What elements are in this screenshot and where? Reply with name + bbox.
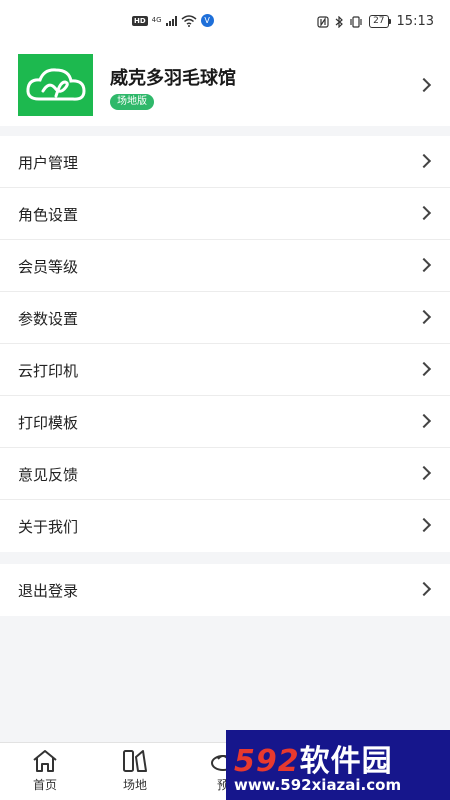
menu-item-member-levels[interactable]: 会员等级 [0, 240, 450, 292]
menu-item-label: 打印模板 [18, 414, 79, 432]
settings-menu: 用户管理 角色设置 会员等级 参数设置 云打印机 打印模板 意见反馈 关于我们 [0, 136, 450, 552]
menu-item-parameter-settings[interactable]: 参数设置 [0, 292, 450, 344]
cloud-logo-icon [25, 68, 86, 101]
hd-badge: HD [132, 15, 148, 26]
nfc-icon [317, 15, 329, 28]
menu-item-label: 意见反馈 [18, 466, 79, 484]
vpn-icon: V [200, 14, 214, 27]
vibrate-icon [350, 15, 362, 28]
chevron-right-icon [416, 581, 432, 597]
menu-item-about-us[interactable]: 关于我们 [0, 500, 450, 552]
status-time: 15:13 [396, 14, 434, 29]
chevron-right-icon [416, 413, 432, 429]
tab-label: 首页 [32, 778, 57, 792]
chevron-right-icon [416, 257, 432, 273]
signal-icon [165, 15, 177, 26]
menu-item-cloud-printer[interactable]: 云打印机 [0, 344, 450, 396]
menu-item-label: 关于我们 [18, 518, 79, 536]
menu-item-role-settings[interactable]: 角色设置 [0, 188, 450, 240]
chevron-right-icon [416, 361, 432, 377]
chevron-right-icon [416, 309, 432, 325]
menu-item-label: 会员等级 [18, 258, 79, 276]
network-type: 4G [151, 16, 162, 24]
tab-label: 场地 [122, 778, 147, 792]
menu-item-label: 参数设置 [18, 310, 79, 328]
menu-item-label: 角色设置 [18, 206, 79, 224]
menu-item-print-template[interactable]: 打印模板 [0, 396, 450, 448]
chevron-right-icon [416, 77, 432, 93]
venue-profile-card[interactable]: 威克多羽毛球馆 场地版 [0, 44, 450, 126]
watermark-brand-text: 软件园 [299, 744, 393, 779]
wifi-icon [181, 14, 197, 27]
venue-icon [123, 750, 147, 772]
menu-item-feedback[interactable]: 意见反馈 [0, 448, 450, 500]
status-bar-network: HD 4G V [132, 14, 214, 27]
venue-name: 威克多羽毛球馆 [110, 68, 236, 89]
edition-badge: 场地版 [110, 94, 154, 110]
watermark-digits: 592 [234, 744, 300, 779]
watermark-url: www.592xiazai.com [234, 776, 402, 794]
status-bar: HD 4G V 27 15:13 [0, 0, 450, 44]
status-bar-system: 27 15:13 [317, 14, 434, 29]
chevron-right-icon [416, 465, 432, 481]
bluetooth-icon [335, 15, 343, 28]
watermark-banner: 592软件园 www.592xiazai.com [226, 730, 450, 800]
menu-item-label: 云打印机 [18, 362, 79, 380]
tab-venue[interactable]: 场地 [107, 749, 163, 799]
chevron-right-icon [416, 517, 432, 533]
logout-button[interactable]: 退出登录 [0, 564, 450, 616]
tab-home[interactable]: 首页 [17, 749, 73, 799]
battery-icon: 27 [369, 15, 392, 28]
logout-label: 退出登录 [18, 582, 79, 600]
menu-item-label: 用户管理 [18, 154, 79, 172]
watermark-logo: 592软件园 [234, 736, 393, 780]
chevron-right-icon [416, 153, 432, 169]
venue-logo [18, 54, 93, 116]
menu-item-user-management[interactable]: 用户管理 [0, 136, 450, 188]
home-icon [33, 750, 57, 772]
chevron-right-icon [416, 205, 432, 221]
